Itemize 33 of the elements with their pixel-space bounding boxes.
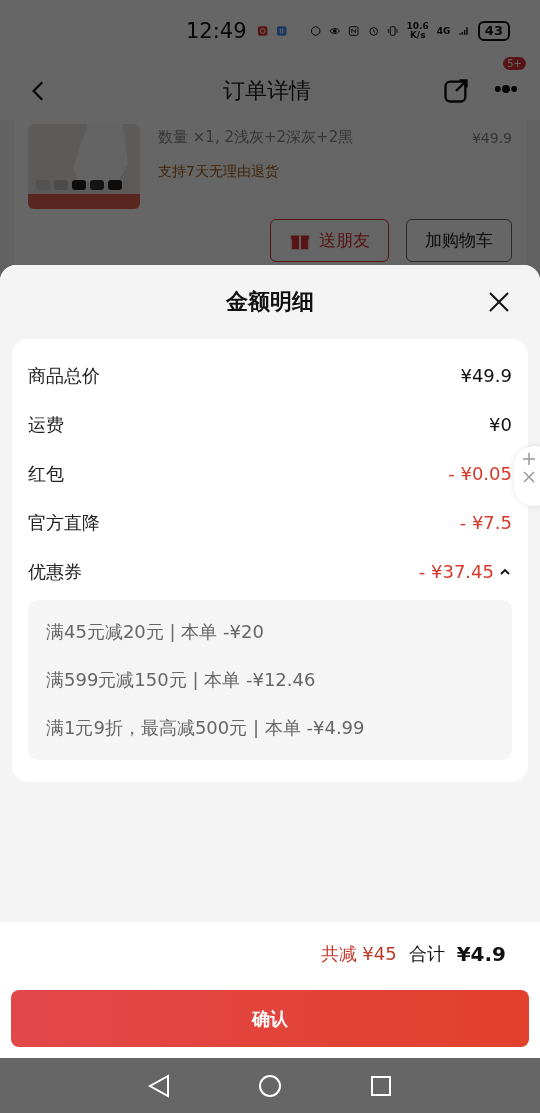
- network-speed: 10.6 K/s: [406, 22, 429, 40]
- notification-badge: 5+: [503, 57, 526, 70]
- recents-icon[interactable]: [370, 1074, 392, 1097]
- coupon-item: 满1元9折，最高减500元 | 本单 -¥4.99: [46, 716, 366, 740]
- clock-time: 12:49: [186, 19, 247, 43]
- row-label: 运费: [28, 412, 64, 437]
- amount-value: ¥0: [489, 414, 512, 435]
- row-label: 官方直降: [28, 510, 100, 535]
- coupon-item: 满45元减20元 | 本单 -¥20: [46, 620, 265, 644]
- amount-value: ¥49.9: [460, 365, 512, 386]
- total-saved: 共减 ¥45: [320, 941, 397, 966]
- battery-level: 43: [477, 21, 510, 41]
- page-title: 订单详情: [222, 77, 312, 105]
- return-policy: 支持7天无理由退货: [158, 163, 280, 181]
- coupon-item: 满599元减150元 | 本单 -¥12.46: [46, 668, 317, 692]
- sheet-title: 金额明细: [226, 288, 314, 316]
- amount-value: - ¥0.05: [448, 463, 512, 484]
- total-amount: ¥4.9: [456, 941, 506, 966]
- amount-value: - ¥37.45: [418, 561, 494, 582]
- total-label: 合计: [408, 941, 445, 966]
- gift-button[interactable]: 送朋友: [270, 219, 389, 262]
- amount-value: - ¥7.5: [459, 512, 512, 533]
- share-icon[interactable]: [442, 77, 470, 105]
- row-label: 优惠券: [28, 559, 82, 584]
- confirm-button[interactable]: 确认: [11, 990, 529, 1047]
- back-icon[interactable]: [148, 1073, 170, 1098]
- row-label: 红包: [28, 461, 64, 486]
- add-to-cart-button[interactable]: 加购物车: [406, 219, 512, 262]
- home-icon[interactable]: [258, 1073, 282, 1098]
- network-type: 4G: [436, 26, 451, 36]
- close-button[interactable]: [488, 291, 510, 313]
- row-label: 商品总价: [28, 363, 100, 388]
- close-icon[interactable]: [522, 470, 536, 484]
